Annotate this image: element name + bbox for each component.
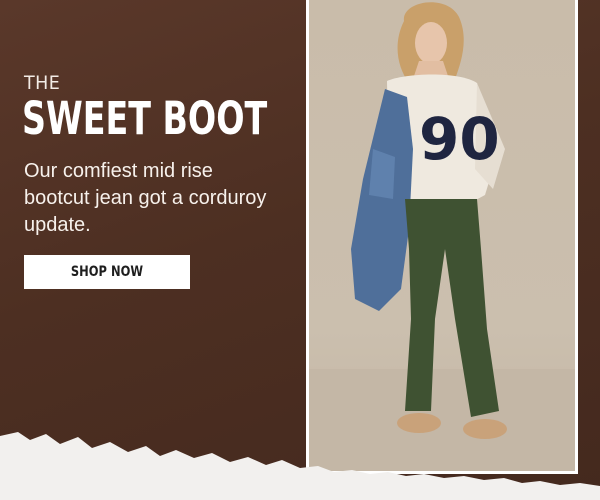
torn-paper-edge [0, 432, 600, 500]
model-photo[interactable]: 90 [309, 0, 575, 471]
body-copy: Our comfiest mid rise bootcut jean got a… [24, 160, 267, 236]
eyebrow-text: THE [24, 72, 61, 94]
shop-now-button[interactable]: SHOP NOW [24, 255, 190, 289]
promo-banner[interactable]: THE SWEET BOOT Our comfiest mid rise boo… [0, 0, 600, 500]
face [415, 22, 447, 64]
jacket-pocket [369, 149, 395, 199]
sweater-number: 90 [419, 105, 500, 173]
denim-jacket [351, 89, 413, 311]
product-photo-frame: 90 [306, 0, 578, 474]
shop-now-label: SHOP NOW [70, 264, 144, 280]
model-illustration: 90 [309, 2, 575, 471]
headline: SWEET BOOT [22, 92, 268, 145]
